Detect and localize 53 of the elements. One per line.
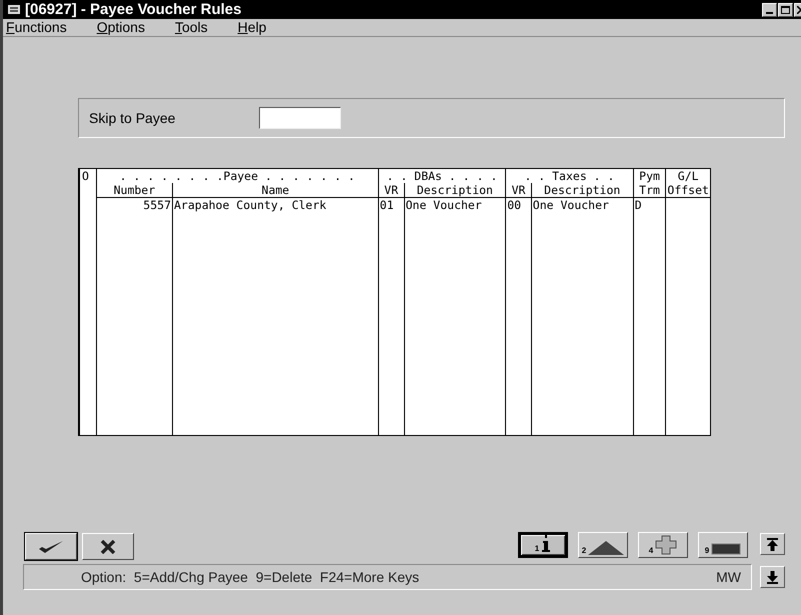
column-group-header: . . Taxes . . (506, 169, 634, 183)
column-header: VR (378, 183, 404, 198)
scroll-top-button[interactable] (760, 533, 785, 555)
maximize-button[interactable] (778, 2, 793, 16)
key-number: 1 (534, 545, 540, 553)
table-cell: One Voucher (404, 198, 506, 212)
status-text: Option: 5=Add/Chg Payee 9=Delete F24=More Keys (81, 568, 420, 587)
table-cell: 01 (378, 198, 404, 212)
column-header: Number (96, 183, 172, 198)
menu-item[interactable]: Tools (174, 17, 208, 38)
key-number: 9 (704, 547, 710, 555)
minus-icon (711, 543, 742, 555)
close-icon (100, 540, 116, 554)
scroll-bottom-button[interactable] (760, 566, 785, 588)
window-title: [06927] - Payee Voucher Rules (25, 2, 242, 17)
table-cell: One Voucher (531, 198, 634, 212)
column-group-header: . . . . . . . .Payee . . . . . . . (96, 169, 378, 183)
column-header: Description (404, 183, 506, 198)
exit-button[interactable]: 4 (638, 532, 688, 558)
column-header: Offset (666, 183, 710, 198)
column-header: Name (172, 183, 378, 198)
column-group-header: G/L (666, 169, 710, 183)
exit-button[interactable]: 2 (578, 532, 628, 558)
plus-icon (655, 535, 678, 555)
exit-button[interactable]: 1 (518, 532, 568, 558)
key-number: 4 (648, 547, 654, 555)
column-header: O (80, 169, 96, 198)
column-group-header: Pym (633, 169, 666, 183)
field-label: Skip to Payee (89, 108, 176, 128)
column-group-header: . . DBAs . . . . (378, 169, 506, 183)
table-cell: 5557 (96, 198, 172, 212)
exit-button[interactable]: 9 (698, 532, 748, 558)
table-cell: Arapahoe County, Clerk (172, 198, 378, 212)
table-cell: D (633, 198, 666, 212)
cancel-button[interactable] (82, 533, 134, 560)
arrow-down-icon (767, 570, 778, 584)
skip-to-payee-field[interactable] (259, 107, 341, 129)
key-number: 2 (582, 547, 586, 555)
column-header: VR (506, 183, 532, 198)
arrow-up-icon (767, 538, 778, 550)
checkmark-icon (38, 540, 64, 554)
column-header: Description (531, 183, 634, 198)
menu-item[interactable]: Options (96, 17, 145, 38)
menu-item[interactable]: Functions (6, 17, 67, 38)
ok-button[interactable] (25, 533, 77, 560)
column-header: Trm (633, 183, 666, 198)
menu-item[interactable]: Help (238, 17, 266, 38)
table-cell: 00 (506, 198, 532, 212)
info-icon (541, 535, 552, 553)
mode-indicator: MW (716, 568, 741, 586)
app-icon (7, 3, 21, 16)
triangle-icon (588, 541, 624, 555)
minimize-button[interactable] (762, 2, 777, 16)
